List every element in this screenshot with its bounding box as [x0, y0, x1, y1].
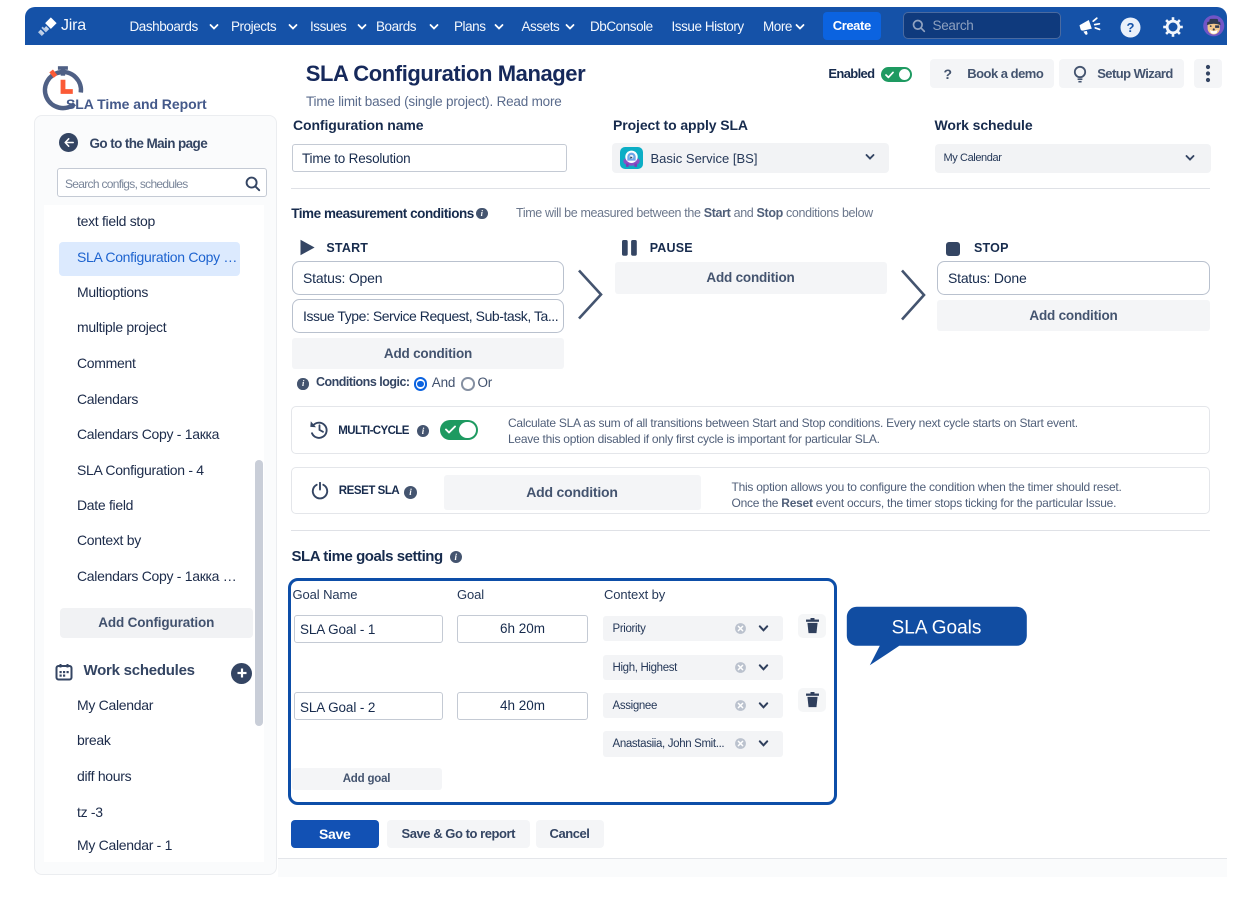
svg-text:SLA Goals: SLA Goals: [892, 618, 982, 639]
svg-text:?: ?: [1127, 20, 1135, 35]
